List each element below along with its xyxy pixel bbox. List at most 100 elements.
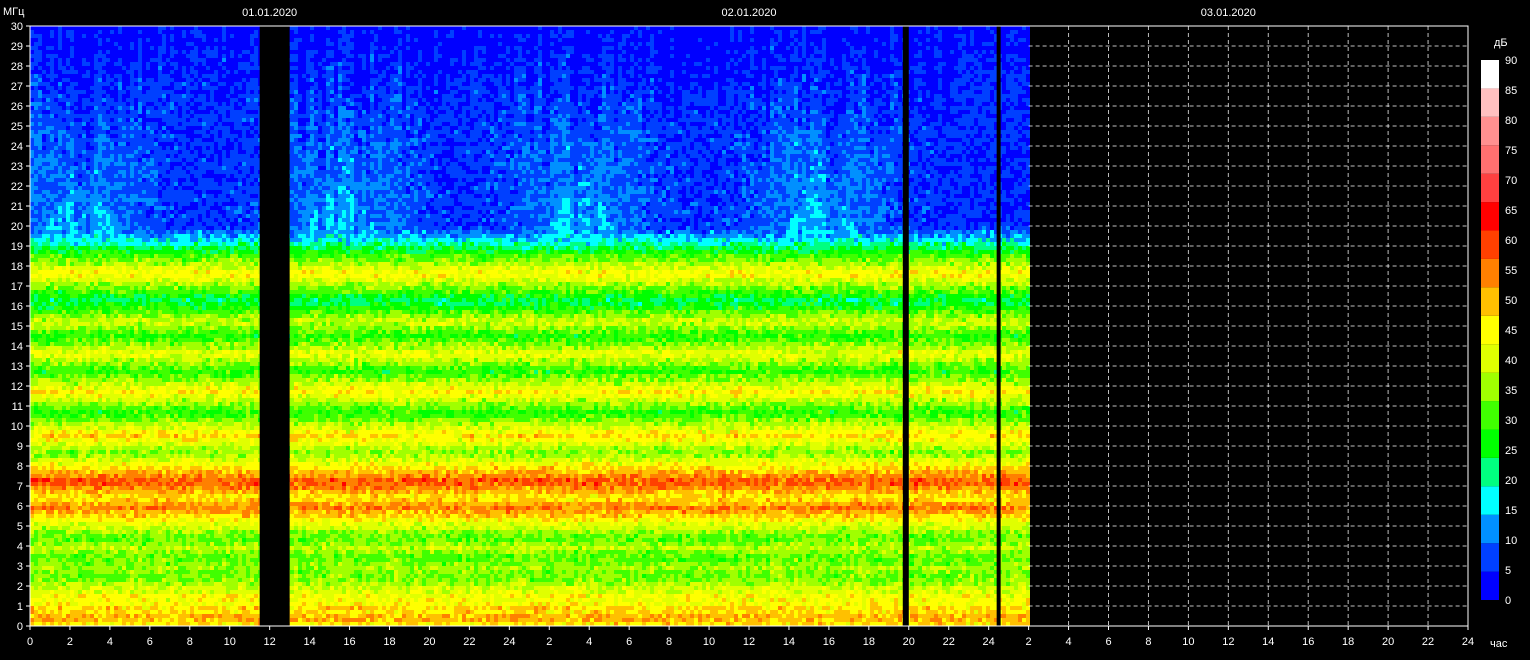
heatmap-cell: [86, 162, 90, 166]
heatmap-cell: [146, 434, 150, 438]
heatmap-cell: [162, 114, 166, 118]
heatmap-cell: [86, 142, 90, 146]
heatmap-cell: [78, 38, 82, 42]
heatmap-cell: [46, 66, 50, 70]
heatmap-cell: [102, 610, 106, 614]
heatmap-cell: [50, 442, 54, 446]
heatmap-cell: [50, 478, 54, 482]
heatmap-cell: [142, 442, 146, 446]
heatmap-cell: [142, 338, 146, 342]
heatmap-cell: [86, 282, 90, 286]
heatmap-cell: [158, 254, 162, 258]
heatmap-cell: [102, 174, 106, 178]
heatmap-cell: [142, 190, 146, 194]
heatmap-cell: [46, 166, 50, 170]
heatmap-cell: [114, 74, 118, 78]
heatmap-cell: [98, 522, 102, 526]
heatmap-cell: [90, 126, 94, 130]
heatmap-cell: [42, 566, 46, 570]
heatmap-cell: [50, 118, 54, 122]
heatmap-cell: [62, 162, 66, 166]
heatmap-cell: [154, 26, 158, 30]
heatmap-cell: [94, 518, 98, 522]
heatmap-cell: [98, 366, 102, 370]
heatmap-cell: [58, 206, 62, 210]
heatmap-cell: [134, 142, 138, 146]
heatmap-cell: [106, 358, 110, 362]
heatmap-cell: [134, 550, 138, 554]
heatmap-cell: [62, 586, 66, 590]
heatmap-cell: [122, 118, 126, 122]
heatmap-cell: [62, 342, 66, 346]
heatmap-cell: [106, 342, 110, 346]
heatmap-cell: [34, 86, 38, 90]
heatmap-cell: [122, 34, 126, 38]
heatmap-cell: [114, 194, 118, 198]
heatmap-cell: [82, 114, 86, 118]
heatmap-cell: [114, 522, 118, 526]
heatmap-cell: [54, 282, 58, 286]
heatmap-cell: [142, 446, 146, 450]
heatmap-cell: [122, 26, 126, 30]
heatmap-cell: [122, 470, 126, 474]
heatmap-cell: [114, 222, 118, 226]
heatmap-cell: [154, 282, 158, 286]
heatmap-cell: [146, 618, 150, 622]
heatmap-cell: [134, 430, 138, 434]
heatmap-cell: [106, 454, 110, 458]
heatmap-cell: [94, 62, 98, 66]
heatmap-cell: [38, 458, 42, 462]
heatmap-cell: [106, 146, 110, 150]
heatmap-cell: [138, 270, 142, 274]
heatmap-cell: [98, 402, 102, 406]
heatmap-cell: [126, 142, 130, 146]
heatmap-cell: [94, 246, 98, 250]
heatmap-cell: [66, 430, 70, 434]
heatmap-cell: [110, 522, 114, 526]
heatmap-cell: [106, 346, 110, 350]
heatmap-cell: [138, 158, 142, 162]
heatmap-cell: [66, 294, 70, 298]
heatmap-cell: [122, 210, 126, 214]
heatmap-cell: [130, 490, 134, 494]
heatmap-cell: [46, 370, 50, 374]
heatmap-cell: [150, 570, 154, 574]
heatmap-cell: [30, 242, 34, 246]
heatmap-cell: [154, 50, 158, 54]
heatmap-cell: [150, 266, 154, 270]
heatmap-cell: [130, 182, 134, 186]
heatmap-cell: [66, 622, 70, 626]
heatmap-cell: [146, 566, 150, 570]
heatmap-cell: [50, 550, 54, 554]
heatmap-cell: [130, 462, 134, 466]
heatmap-cell: [134, 282, 138, 286]
heatmap-cell: [110, 122, 114, 126]
heatmap-cell: [122, 314, 126, 318]
heatmap-cell: [134, 274, 138, 278]
heatmap-cell: [46, 310, 50, 314]
heatmap-cell: [106, 162, 110, 166]
heatmap-cell: [94, 126, 98, 130]
heatmap-cell: [58, 578, 62, 582]
heatmap-cell: [150, 370, 154, 374]
heatmap-cell: [126, 294, 130, 298]
heatmap-cell: [98, 250, 102, 254]
heatmap-cell: [46, 570, 50, 574]
heatmap-cell: [162, 34, 166, 38]
heatmap-cell: [122, 218, 126, 222]
heatmap-cell: [90, 438, 94, 442]
heatmap-cell: [158, 438, 162, 442]
heatmap-cell: [158, 174, 162, 178]
heatmap-cell: [122, 434, 126, 438]
heatmap-cell: [162, 194, 166, 198]
heatmap-cell: [146, 90, 150, 94]
heatmap-cell: [78, 262, 82, 266]
heatmap-cell: [30, 258, 34, 262]
heatmap-cell: [110, 118, 114, 122]
heatmap-cell: [50, 150, 54, 154]
heatmap-cell: [50, 214, 54, 218]
heatmap-cell: [130, 502, 134, 506]
heatmap-cell: [130, 58, 134, 62]
heatmap-cell: [110, 302, 114, 306]
heatmap-cell: [86, 382, 90, 386]
